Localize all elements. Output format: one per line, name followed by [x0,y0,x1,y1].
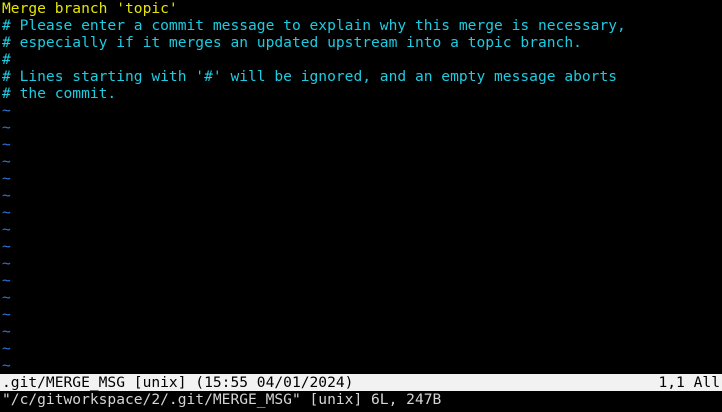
empty-line-marker: ~ [2,357,11,374]
empty-line-marker: ~ [2,255,11,272]
empty-line-marker: ~ [2,204,11,221]
empty-line-marker: ~ [2,340,11,357]
command-line-message: "/c/gitworkspace/2/.git/MERGE_MSG" [unix… [2,391,442,408]
comment-line[interactable]: # the commit. [2,85,116,102]
comment-line[interactable]: # Please enter a commit message to expla… [2,17,626,34]
empty-line-marker: ~ [2,119,11,136]
empty-line-marker: ~ [2,323,11,340]
empty-line-marker: ~ [2,136,11,153]
empty-line-marker: ~ [2,170,11,187]
status-bar: .git/MERGE_MSG [unix] (15:55 04/01/2024)… [0,374,722,391]
command-line[interactable]: "/c/gitworkspace/2/.git/MERGE_MSG" [unix… [0,391,722,412]
empty-line-marker: ~ [2,102,11,119]
comment-line[interactable]: # especially if it merges an updated ups… [2,34,582,51]
empty-line-marker: ~ [2,187,11,204]
empty-line-marker: ~ [2,238,11,255]
status-file-info: .git/MERGE_MSG [unix] (15:55 04/01/2024) [2,374,354,391]
comment-line[interactable]: # [2,51,11,68]
commit-message-line[interactable]: Merge branch 'topic' [2,0,178,17]
empty-line-marker: ~ [2,306,11,323]
status-cursor-position: 1,1 All [658,374,720,391]
vim-editor-window[interactable]: Merge branch 'topic' # Please enter a co… [0,0,722,412]
empty-line-marker: ~ [2,221,11,238]
empty-line-marker: ~ [2,153,11,170]
empty-line-marker: ~ [2,289,11,306]
empty-line-marker: ~ [2,272,11,289]
comment-line[interactable]: # Lines starting with '#' will be ignore… [2,68,617,85]
